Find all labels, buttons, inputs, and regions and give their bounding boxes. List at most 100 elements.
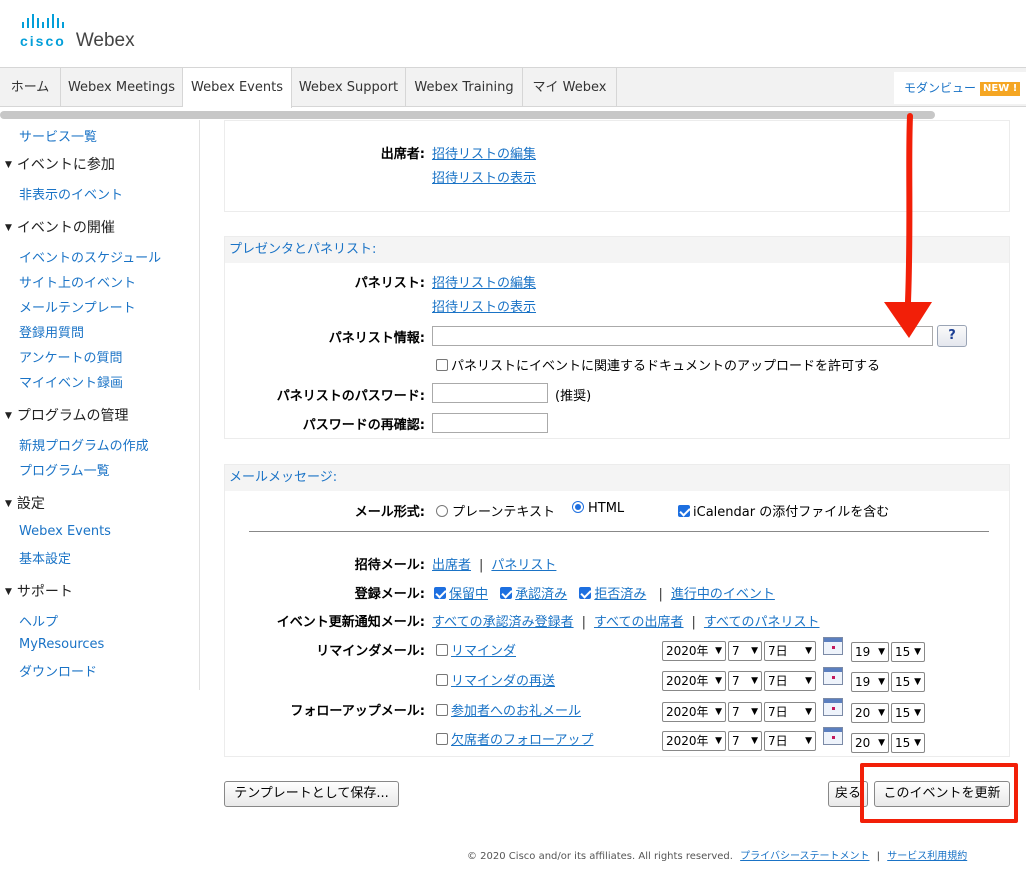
- format-plain-text-option[interactable]: プレーンテキスト: [436, 501, 555, 520]
- day-select[interactable]: 7日 ▼: [764, 671, 816, 691]
- hour-select[interactable]: 20 ▼: [851, 703, 889, 723]
- tab-webex-events[interactable]: Webex Events: [183, 68, 292, 108]
- day-select[interactable]: 7日 ▼: [764, 731, 816, 751]
- year-select[interactable]: 2020年 ▼: [662, 641, 726, 661]
- sidebar-item-program-list[interactable]: プログラム一覧: [19, 460, 110, 479]
- all-approved-link[interactable]: すべての承認済み登録者: [432, 615, 574, 630]
- minute-select[interactable]: 15 ▼: [891, 672, 925, 692]
- attendees-edit-invite-link[interactable]: 招待リストの編集: [432, 143, 536, 162]
- cisco-webex-logo[interactable]: cisco Webex: [20, 14, 135, 52]
- reminder-resend-checkbox[interactable]: [436, 674, 448, 686]
- cisco-bars-icon: [22, 14, 135, 28]
- minute-select[interactable]: 15 ▼: [891, 642, 925, 662]
- panelist-view-invite-link[interactable]: 招待リストの表示: [432, 296, 536, 315]
- panelist-upload-option[interactable]: パネリストにイベントに関連するドキュメントのアップロードを許可する: [436, 355, 880, 374]
- day-select[interactable]: 7日 ▼: [764, 641, 816, 661]
- tab-webex-meetings[interactable]: Webex Meetings: [61, 68, 183, 107]
- sidebar-item-my-recordings[interactable]: マイイベント録画: [19, 372, 123, 391]
- html-radio[interactable]: [572, 501, 584, 513]
- sidebar-item-survey-questions[interactable]: アンケートの質問: [19, 347, 122, 366]
- sidebar-item-service-list[interactable]: サービス一覧: [19, 126, 97, 145]
- calendar-icon[interactable]: [823, 667, 843, 685]
- sidebar-item-registration-questions[interactable]: 登録用質問: [19, 322, 84, 341]
- absentee-followup-checkbox[interactable]: [436, 733, 448, 745]
- absentee-followup-option[interactable]: 欠席者のフォローアップ: [436, 729, 593, 748]
- calendar-icon[interactable]: [823, 698, 843, 716]
- sidebar-item-download[interactable]: ダウンロード: [19, 661, 97, 680]
- reminder-resend-link[interactable]: リマインダの再送: [451, 674, 555, 689]
- pending-link[interactable]: 保留中: [449, 587, 488, 602]
- horizontal-scrollbar[interactable]: [0, 111, 935, 119]
- sidebar-section-settings[interactable]: ▼ 設定: [5, 493, 45, 513]
- reminder-checkbox[interactable]: [436, 644, 448, 656]
- privacy-link[interactable]: プライバシーステートメント: [740, 851, 869, 862]
- invite-attendees-link[interactable]: 出席者: [432, 558, 471, 573]
- month-select[interactable]: 7 ▼: [728, 702, 762, 722]
- help-button[interactable]: ?: [937, 325, 967, 347]
- plain-text-radio[interactable]: [436, 505, 448, 517]
- minute-select[interactable]: 15 ▼: [891, 703, 925, 723]
- thank-you-option[interactable]: 参加者へのお礼メール: [436, 700, 581, 719]
- format-html-option[interactable]: HTML: [572, 501, 624, 516]
- tab-webex-training[interactable]: Webex Training: [406, 68, 523, 107]
- thank-you-checkbox[interactable]: [436, 704, 448, 716]
- panelist-password-input[interactable]: [432, 383, 548, 403]
- pending-checkbox[interactable]: [434, 587, 446, 599]
- absentee-followup-link[interactable]: 欠席者のフォローアップ: [451, 733, 593, 748]
- sidebar-item-events-on-site[interactable]: サイト上のイベント: [19, 272, 136, 291]
- sidebar-item-basic-settings[interactable]: 基本設定: [19, 548, 71, 567]
- reminder-link[interactable]: リマインダ: [451, 644, 516, 659]
- reminder-resend-option[interactable]: リマインダの再送: [436, 670, 555, 689]
- sidebar-item-schedule-event[interactable]: イベントのスケジュール: [19, 247, 161, 266]
- modern-view-link[interactable]: モダンビュー NEW !: [894, 72, 1026, 104]
- month-select[interactable]: 7 ▼: [728, 671, 762, 691]
- panelist-info-input[interactable]: [432, 326, 933, 346]
- calendar-icon[interactable]: [823, 637, 843, 655]
- attendees-view-invite-link[interactable]: 招待リストの表示: [432, 167, 536, 186]
- sidebar-section-join-event[interactable]: ▼ イベントに参加: [5, 154, 115, 174]
- upload-checkbox[interactable]: [436, 359, 448, 371]
- year-select[interactable]: 2020年 ▼: [662, 731, 726, 751]
- tab-my-webex[interactable]: マイ Webex: [523, 68, 617, 107]
- tab-home[interactable]: ホーム: [0, 68, 61, 107]
- all-attendees-link[interactable]: すべての出席者: [594, 615, 684, 630]
- panelist-edit-invite-link[interactable]: 招待リストの編集: [432, 272, 536, 291]
- thank-you-link[interactable]: 参加者へのお礼メール: [451, 704, 581, 719]
- sidebar-section-support[interactable]: ▼ サポート: [5, 581, 73, 601]
- sidebar-item-new-program[interactable]: 新規プログラムの作成: [19, 435, 149, 454]
- sidebar-section-manage-programs[interactable]: ▼ プログラムの管理: [5, 405, 129, 425]
- rejected-link[interactable]: 拒否済み: [594, 587, 646, 602]
- sidebar-item-webex-events-settings[interactable]: Webex Events: [19, 524, 111, 539]
- calendar-icon[interactable]: [823, 727, 843, 745]
- terms-link[interactable]: サービス利用規約: [887, 851, 967, 862]
- sidebar-item-email-templates[interactable]: メールテンプレート: [19, 297, 136, 316]
- expand-triangle-icon: ▼: [5, 411, 12, 421]
- tab-webex-support[interactable]: Webex Support: [292, 68, 406, 107]
- save-as-template-button[interactable]: テンプレートとして保存...: [224, 781, 399, 807]
- month-select[interactable]: 7 ▼: [728, 641, 762, 661]
- hour-select[interactable]: 19 ▼: [851, 642, 889, 662]
- year-select[interactable]: 2020年 ▼: [662, 702, 726, 722]
- reminder-option[interactable]: リマインダ: [436, 640, 516, 659]
- month-select[interactable]: 7 ▼: [728, 731, 762, 751]
- sidebar-section-host-event[interactable]: ▼ イベントの開催: [5, 217, 115, 237]
- day-select[interactable]: 7日 ▼: [764, 702, 816, 722]
- rejected-checkbox[interactable]: [579, 587, 592, 599]
- sidebar-item-myresources[interactable]: MyResources: [19, 637, 104, 652]
- hour-select[interactable]: 20 ▼: [851, 733, 889, 753]
- approved-link[interactable]: 承認済み: [515, 587, 567, 602]
- hour-select[interactable]: 19 ▼: [851, 672, 889, 692]
- sidebar-item-hidden-events[interactable]: 非表示のイベント: [19, 184, 123, 203]
- minute-select[interactable]: 15 ▼: [891, 733, 925, 753]
- approved-checkbox[interactable]: [500, 587, 513, 599]
- ical-option[interactable]: iCalendar の添付ファイルを含む: [678, 501, 889, 520]
- ical-checkbox[interactable]: [678, 505, 690, 517]
- year-select[interactable]: 2020年 ▼: [662, 671, 726, 691]
- sidebar-item-help[interactable]: ヘルプ: [19, 611, 58, 630]
- password-confirm-input[interactable]: [432, 413, 548, 433]
- all-panelists-link[interactable]: すべてのパネリスト: [704, 615, 820, 630]
- invite-panelists-link[interactable]: パネリスト: [491, 558, 556, 573]
- ongoing-event-link[interactable]: 進行中のイベント: [671, 587, 775, 602]
- separator: |: [581, 615, 586, 630]
- registration-email-options: 保留中 承認済み 拒否済み | 進行中のイベント: [434, 583, 775, 602]
